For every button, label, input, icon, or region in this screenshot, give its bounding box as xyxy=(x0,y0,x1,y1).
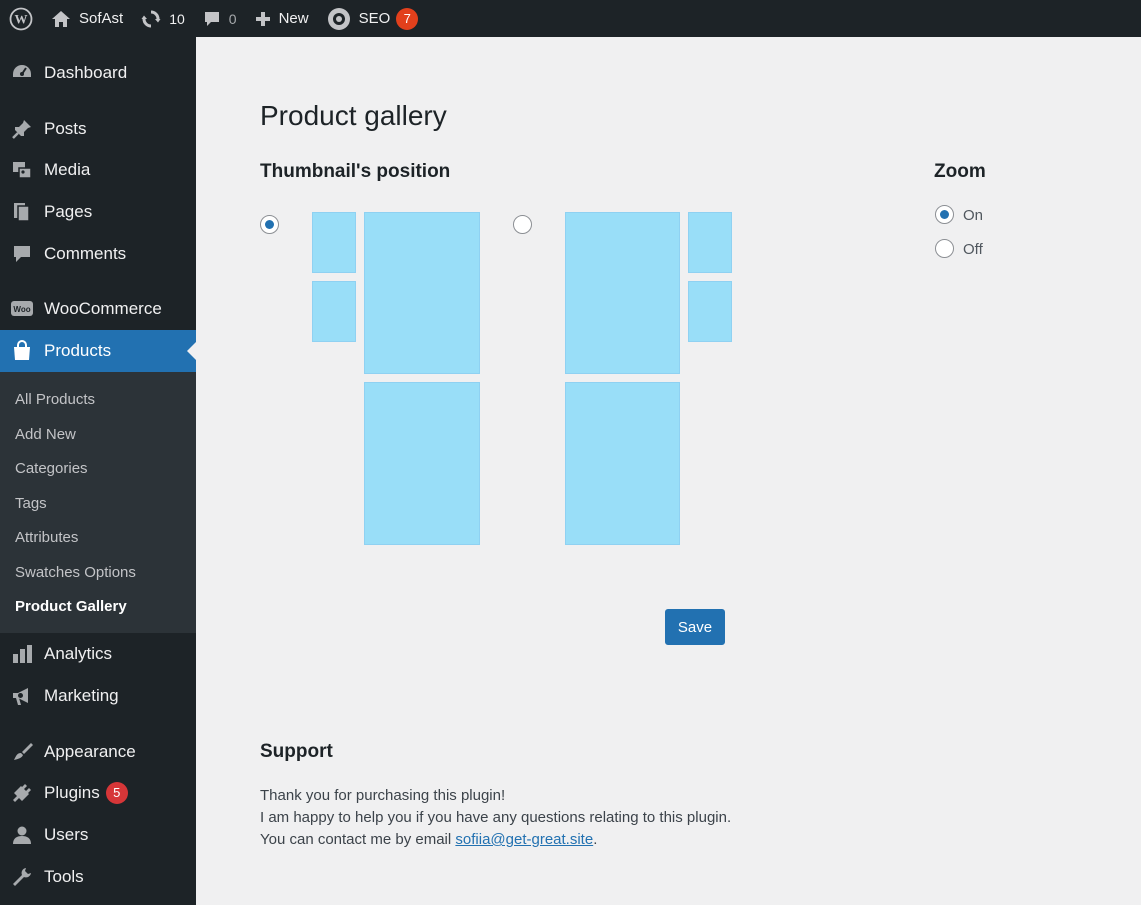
site-name-link[interactable]: SofAst xyxy=(42,0,132,37)
sidebar-item-plugins[interactable]: Plugins 5 xyxy=(0,772,196,814)
submenu-item-categories[interactable]: Categories xyxy=(15,460,88,477)
comments-count: 0 xyxy=(228,10,237,27)
wordpress-logo[interactable]: W xyxy=(0,0,42,37)
sidebar-item-posts[interactable]: Posts xyxy=(0,108,196,150)
submenu-item-swatches-options[interactable]: Swatches Options xyxy=(15,564,136,581)
sidebar-item-users[interactable]: Users xyxy=(0,814,196,856)
sidebar-item-label: Dashboard xyxy=(44,63,128,82)
submenu-item-product-gallery[interactable]: Product Gallery xyxy=(15,598,127,615)
sidebar-item-label: Comments xyxy=(44,244,127,263)
plug-icon xyxy=(0,782,44,804)
zoom-heading: Zoom xyxy=(934,161,986,182)
submenu-item-add-new[interactable]: Add New xyxy=(15,426,76,443)
support-heading: Support xyxy=(260,741,333,762)
support-contact-line: You can contact me by email sofiia@get-g… xyxy=(260,831,597,848)
woo-icon: Woo xyxy=(0,298,44,320)
thumb-position-right-radio[interactable] xyxy=(513,215,532,234)
sidebar-item-tools[interactable]: Tools xyxy=(0,856,196,898)
sidebar-item-marketing[interactable]: Marketing xyxy=(0,675,196,717)
sidebar-item-woocommerce[interactable]: Woo WooCommerce xyxy=(0,288,196,330)
wrench-icon xyxy=(0,866,44,888)
pin-icon xyxy=(0,118,44,140)
megaphone-icon xyxy=(0,685,44,707)
main-image-box xyxy=(364,382,480,545)
zoom-on-radio[interactable] xyxy=(935,205,954,224)
thumb-position-left-radio[interactable] xyxy=(260,215,279,234)
seo-label: SEO xyxy=(358,10,391,27)
svg-text:Woo: Woo xyxy=(13,305,30,314)
updates-count: 10 xyxy=(169,10,185,27)
sidebar-item-label: Pages xyxy=(44,202,93,221)
thumbnail-box xyxy=(312,212,356,273)
dashboard-icon xyxy=(0,62,44,84)
thumbnail-box xyxy=(688,212,732,273)
new-content-link[interactable]: New xyxy=(246,0,318,37)
wordpress-icon: W xyxy=(9,7,33,30)
submenu-item-tags[interactable]: Tags xyxy=(15,495,47,512)
site-name: SofAst xyxy=(79,10,124,27)
submenu-item-all-products[interactable]: All Products xyxy=(15,391,95,408)
sidebar-item-label: Media xyxy=(44,160,91,179)
plus-icon xyxy=(255,11,270,26)
main-image-box xyxy=(364,212,480,374)
new-label: New xyxy=(278,10,309,27)
sidebar-item-label: Marketing xyxy=(44,686,119,705)
sidebar-item-label: Users xyxy=(44,825,89,844)
user-icon xyxy=(0,824,44,846)
zoom-off-label[interactable]: Off xyxy=(963,241,983,258)
zoom-off-radio[interactable] xyxy=(935,239,954,258)
current-menu-arrow xyxy=(187,342,196,360)
bag-icon xyxy=(0,340,44,362)
seo-icon xyxy=(327,7,350,30)
products-submenu: All Products Add New Categories Tags Att… xyxy=(0,372,196,633)
support-text-line: Thank you for purchasing this plugin! xyxy=(260,787,506,804)
comments-link[interactable]: 0 xyxy=(194,0,246,37)
support-contact-prefix: You can contact me by email xyxy=(260,831,456,848)
main-image-box xyxy=(565,382,680,545)
sidebar-item-comments[interactable]: Comments xyxy=(0,233,196,275)
updates-link[interactable]: 10 xyxy=(132,0,194,37)
support-contact-suffix: . xyxy=(593,831,598,848)
zoom-on-label[interactable]: On xyxy=(963,207,983,224)
media-icon xyxy=(0,159,44,181)
save-button[interactable]: Save xyxy=(665,609,725,645)
sidebar-item-pages[interactable]: Pages xyxy=(0,191,196,233)
comment-icon xyxy=(0,243,44,265)
sidebar-item-analytics[interactable]: Analytics xyxy=(0,633,196,675)
sidebar-item-label: WooCommerce xyxy=(44,299,162,318)
thumbnail-position-heading: Thumbnail's position xyxy=(260,161,451,182)
sidebar-item-label: Posts xyxy=(44,119,87,138)
pages-icon xyxy=(0,201,44,223)
page-title: Product gallery xyxy=(260,100,447,131)
plugins-badge: 5 xyxy=(105,782,128,804)
submenu-item-attributes[interactable]: Attributes xyxy=(15,529,78,546)
support-email-link[interactable]: sofiia@get-great.site xyxy=(455,831,593,848)
svg-text:W: W xyxy=(15,11,28,26)
admin-sidebar: Dashboard Posts Media Pages Comments Woo… xyxy=(0,37,196,905)
main-content: Product gallery Thumbnail's position Zoo… xyxy=(196,37,1141,905)
sidebar-item-label: Plugins xyxy=(44,783,100,802)
sidebar-item-dashboard[interactable]: Dashboard xyxy=(0,52,196,94)
seo-link[interactable]: SEO 7 xyxy=(318,0,428,37)
sidebar-item-label: Products xyxy=(44,341,112,360)
thumbnail-box xyxy=(688,281,732,342)
comment-icon xyxy=(204,11,219,26)
thumbnail-box xyxy=(312,281,356,342)
sidebar-item-label: Appearance xyxy=(44,742,136,761)
admin-bar: W SofAst 10 0 New SEO 7 xyxy=(0,0,1141,37)
home-icon xyxy=(52,10,70,27)
sidebar-item-media[interactable]: Media xyxy=(0,149,196,191)
sidebar-item-label: Analytics xyxy=(44,644,113,663)
seo-badge: 7 xyxy=(396,7,419,30)
sidebar-item-appearance[interactable]: Appearance xyxy=(0,731,196,773)
main-image-box xyxy=(565,212,680,374)
sidebar-item-label: Tools xyxy=(44,867,84,886)
bar-chart-icon xyxy=(0,643,44,665)
brush-icon xyxy=(0,741,44,763)
updates-icon xyxy=(141,10,161,27)
sidebar-item-products[interactable]: Products xyxy=(0,330,196,372)
support-text-line: I am happy to help you if you have any q… xyxy=(260,809,732,826)
